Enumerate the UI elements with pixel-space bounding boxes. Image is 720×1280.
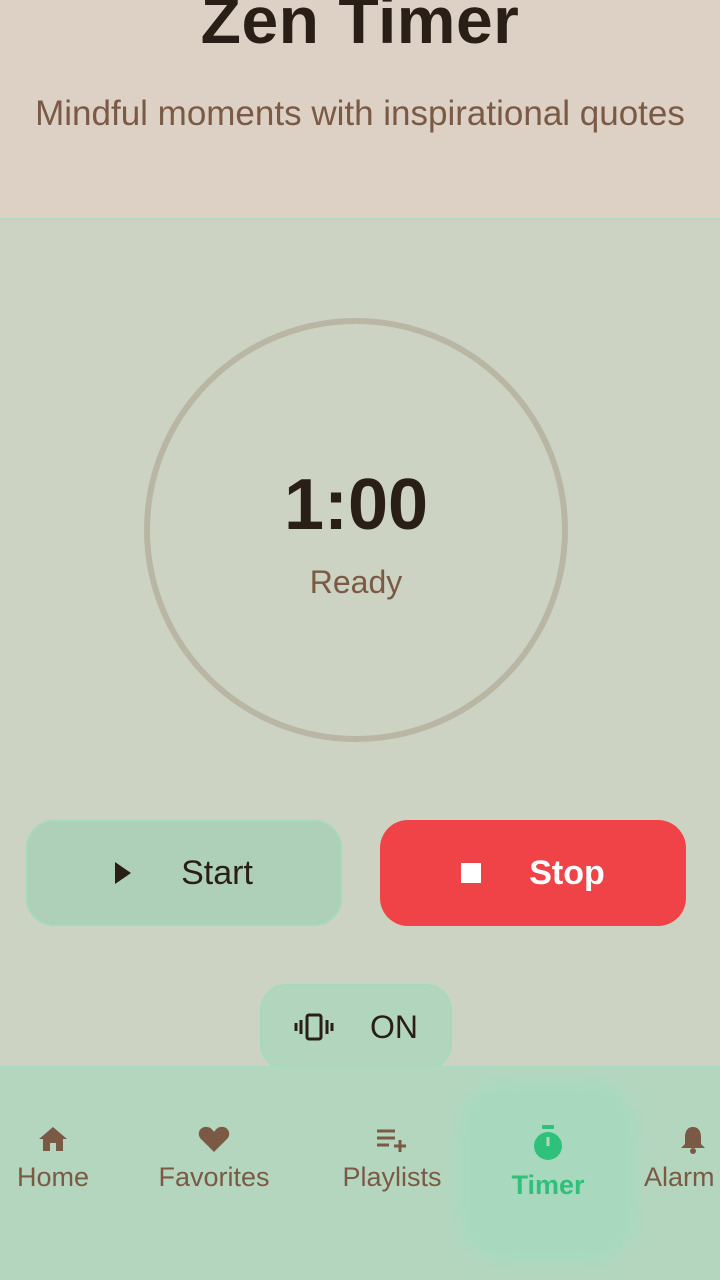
timer-panel: 1:00 Ready Start Stop ON	[0, 222, 720, 1070]
nav-label-home: Home	[16, 1162, 90, 1192]
stop-button-label: Stop	[529, 853, 605, 892]
vibrate-status: ON	[370, 1008, 418, 1045]
nav-label-alarm: Alarm	[644, 1162, 715, 1192]
heart-icon	[198, 1126, 230, 1152]
play-icon	[115, 862, 132, 884]
nav-item-alarm[interactable]: Alarm	[644, 1124, 720, 1193]
nav-item-home[interactable]: Home	[12, 1124, 94, 1193]
timer-status: Ready	[309, 564, 403, 600]
stop-icon	[461, 863, 482, 883]
nav-item-favorites[interactable]: Favorites	[150, 1124, 278, 1193]
vibrate-toggle[interactable]: ON	[260, 984, 452, 1070]
timer-ring: 1:00 Ready	[144, 318, 568, 742]
app-subtitle: Mindful moments with inspirational quote…	[35, 94, 685, 133]
home-icon	[39, 1127, 67, 1151]
nav-label-timer: Timer	[511, 1170, 585, 1200]
time-readout: 1:00	[283, 465, 429, 545]
bell-icon	[681, 1127, 705, 1154]
nav-item-timer[interactable]: Timer	[500, 1124, 596, 1201]
playlist-add-icon	[377, 1129, 406, 1152]
stop-button[interactable]: Stop	[380, 820, 686, 926]
header: Zen Timer Mindful moments with inspirati…	[0, 0, 720, 220]
nav-label-favorites: Favorites	[158, 1162, 270, 1192]
start-button[interactable]: Start	[26, 820, 342, 926]
app-title: Zen Timer	[200, 0, 520, 57]
nav-item-playlists[interactable]: Playlists	[334, 1124, 450, 1193]
bottom-nav: Home Favorites Playlists Timer Alarm	[0, 1066, 720, 1280]
nav-label-playlists: Playlists	[342, 1162, 442, 1192]
vibrate-icon	[294, 1013, 334, 1041]
stopwatch-icon	[534, 1125, 562, 1160]
start-button-label: Start	[181, 853, 253, 892]
